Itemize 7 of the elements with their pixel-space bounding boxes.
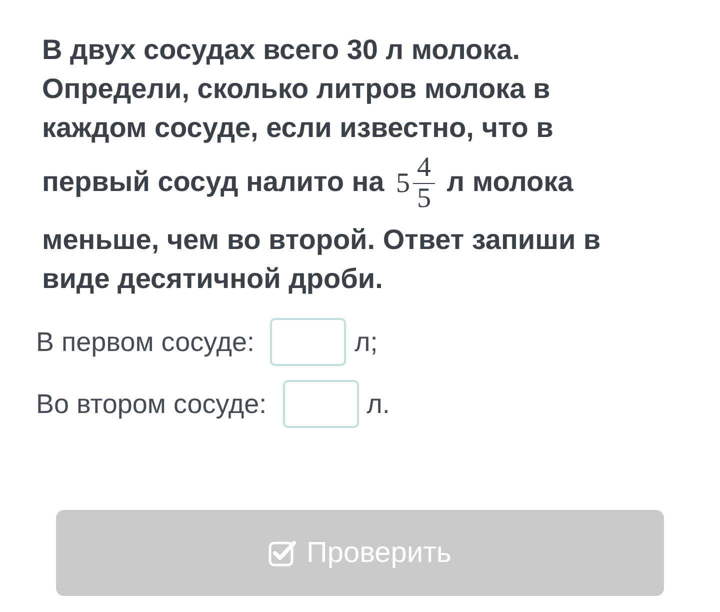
answer-field[interactable] (282, 380, 359, 428)
answer-label: Во втором сосуде: (36, 388, 267, 420)
checkbox-icon (268, 539, 296, 567)
unit-label: л. (366, 388, 390, 420)
answer-label: В первом сосуде: (36, 326, 254, 358)
unit-label: л; (354, 326, 378, 358)
answer-field[interactable] (270, 318, 346, 366)
